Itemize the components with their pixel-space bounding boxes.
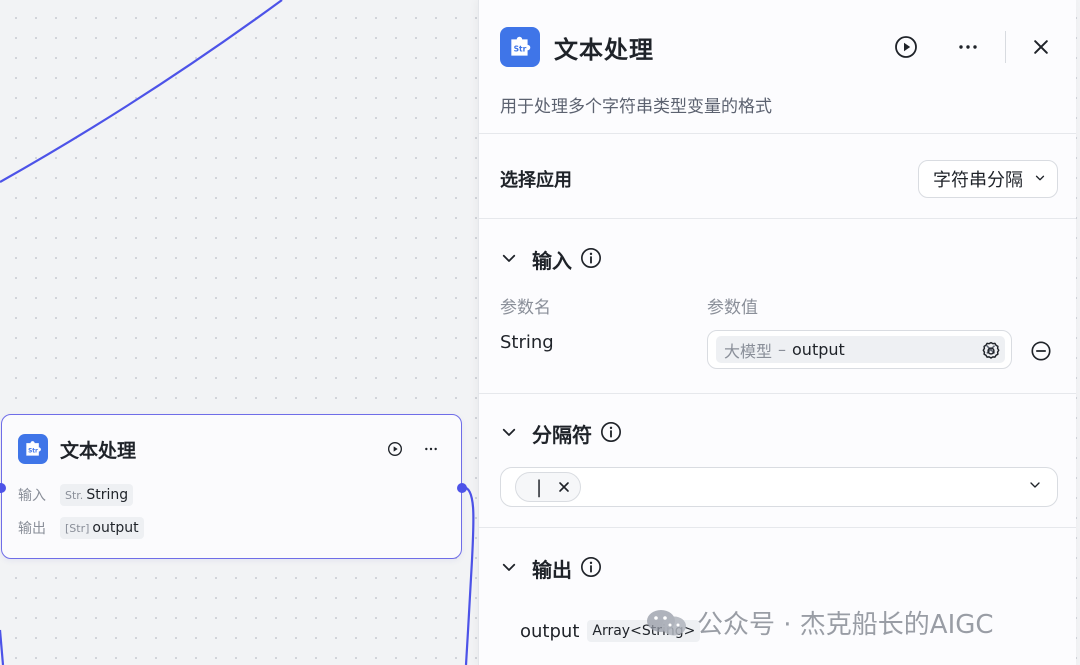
chevron-down-icon[interactable] bbox=[500, 423, 518, 445]
input-section-header[interactable]: 输入 bbox=[500, 245, 602, 274]
node-config-panel: Str 文本处理 用于处理多个字符串类型变量的格式 选择应用 字符串分隔 输入 … bbox=[478, 0, 1076, 665]
more-icon[interactable] bbox=[951, 30, 985, 64]
header-divider bbox=[1005, 31, 1006, 63]
more-icon[interactable] bbox=[417, 435, 445, 463]
watermark: 公众号 · 杰克船长的AIGC bbox=[645, 604, 994, 641]
puzzle-str-icon: Str bbox=[500, 27, 540, 67]
param-name: String bbox=[500, 332, 554, 353]
edge-top bbox=[0, 0, 283, 183]
node-output-type: [Str] bbox=[65, 521, 90, 535]
delimiter-section-title: 分隔符 bbox=[532, 423, 592, 447]
delimiter-select[interactable]: | bbox=[500, 467, 1058, 507]
divider bbox=[479, 218, 1076, 219]
delimiter-chip[interactable]: | bbox=[515, 472, 582, 502]
chevron-down-icon[interactable] bbox=[1027, 477, 1043, 497]
minus-circle-icon[interactable] bbox=[1027, 337, 1055, 365]
info-icon[interactable] bbox=[600, 421, 622, 447]
panel-title: 文本处理 bbox=[554, 35, 654, 64]
node-output-label: 输出 bbox=[18, 521, 46, 537]
variable-reference-tag[interactable]: 大模型 – output ✕ bbox=[716, 336, 1005, 363]
node-input-value: String bbox=[86, 487, 129, 503]
node-input-label: 输入 bbox=[18, 488, 46, 504]
delimiter-section-header[interactable]: 分隔符 bbox=[500, 419, 622, 448]
output-variable-name: output bbox=[520, 620, 580, 642]
ref-field: output bbox=[792, 340, 845, 359]
select-app-row: 选择应用 字符串分隔 bbox=[500, 160, 1058, 198]
edge-left-bottom bbox=[0, 629, 5, 665]
delimiter-chip-value: | bbox=[536, 476, 543, 498]
info-icon[interactable] bbox=[580, 556, 602, 582]
select-app-dropdown[interactable]: 字符串分隔 bbox=[918, 160, 1058, 198]
gear-icon[interactable] bbox=[977, 337, 1005, 365]
panel-header: Str 文本处理 bbox=[500, 27, 1058, 67]
chevron-down-icon[interactable] bbox=[500, 558, 518, 580]
node-input-row: 输入 Str. String bbox=[18, 484, 134, 506]
ref-source: 大模型 bbox=[724, 341, 773, 361]
svg-text:Str: Str bbox=[28, 448, 38, 454]
divider bbox=[479, 393, 1076, 394]
node-header: Str 文本处理 bbox=[18, 433, 445, 465]
divider bbox=[479, 133, 1076, 134]
param-value-field[interactable]: 大模型 – output ✕ bbox=[707, 330, 1012, 369]
wechat-icon bbox=[645, 607, 689, 639]
play-icon[interactable] bbox=[381, 435, 409, 463]
canvas-node-text-process[interactable]: Str 文本处理 输入 Str. String 输出 [Str] output bbox=[0, 414, 467, 559]
divider bbox=[479, 527, 1076, 528]
puzzle-str-icon: Str bbox=[18, 434, 48, 464]
output-section-title: 输出 bbox=[532, 558, 572, 582]
node-output-value: output bbox=[92, 520, 139, 536]
chevron-down-icon[interactable] bbox=[500, 249, 518, 271]
edge-right bbox=[462, 485, 475, 665]
node-title: 文本处理 bbox=[60, 439, 137, 462]
close-icon[interactable] bbox=[1024, 30, 1058, 64]
input-port[interactable] bbox=[0, 483, 6, 493]
param-name-column-label: 参数名 bbox=[500, 298, 551, 318]
panel-description: 用于处理多个字符串类型变量的格式 bbox=[500, 97, 772, 117]
select-app-label: 选择应用 bbox=[500, 170, 572, 191]
output-port[interactable] bbox=[457, 483, 467, 493]
info-icon[interactable] bbox=[580, 247, 602, 273]
node-output-tag: [Str] output bbox=[60, 517, 144, 539]
output-section-header[interactable]: 输出 bbox=[500, 554, 602, 583]
node-output-row: 输出 [Str] output bbox=[18, 517, 144, 539]
chevron-down-icon bbox=[1033, 169, 1047, 190]
play-icon[interactable] bbox=[889, 30, 923, 64]
node-input-tag: Str. String bbox=[60, 484, 134, 506]
input-section-title: 输入 bbox=[532, 249, 572, 273]
watermark-text: 公众号 · 杰克船长的AIGC bbox=[697, 610, 994, 640]
remove-icon[interactable] bbox=[556, 479, 572, 495]
node-input-type: Str. bbox=[65, 488, 84, 502]
svg-text:Str: Str bbox=[514, 44, 527, 53]
panel-actions bbox=[861, 30, 1058, 64]
select-app-value: 字符串分隔 bbox=[933, 170, 1023, 191]
param-value-column-label: 参数值 bbox=[707, 298, 758, 318]
ref-separator: – bbox=[778, 340, 787, 359]
